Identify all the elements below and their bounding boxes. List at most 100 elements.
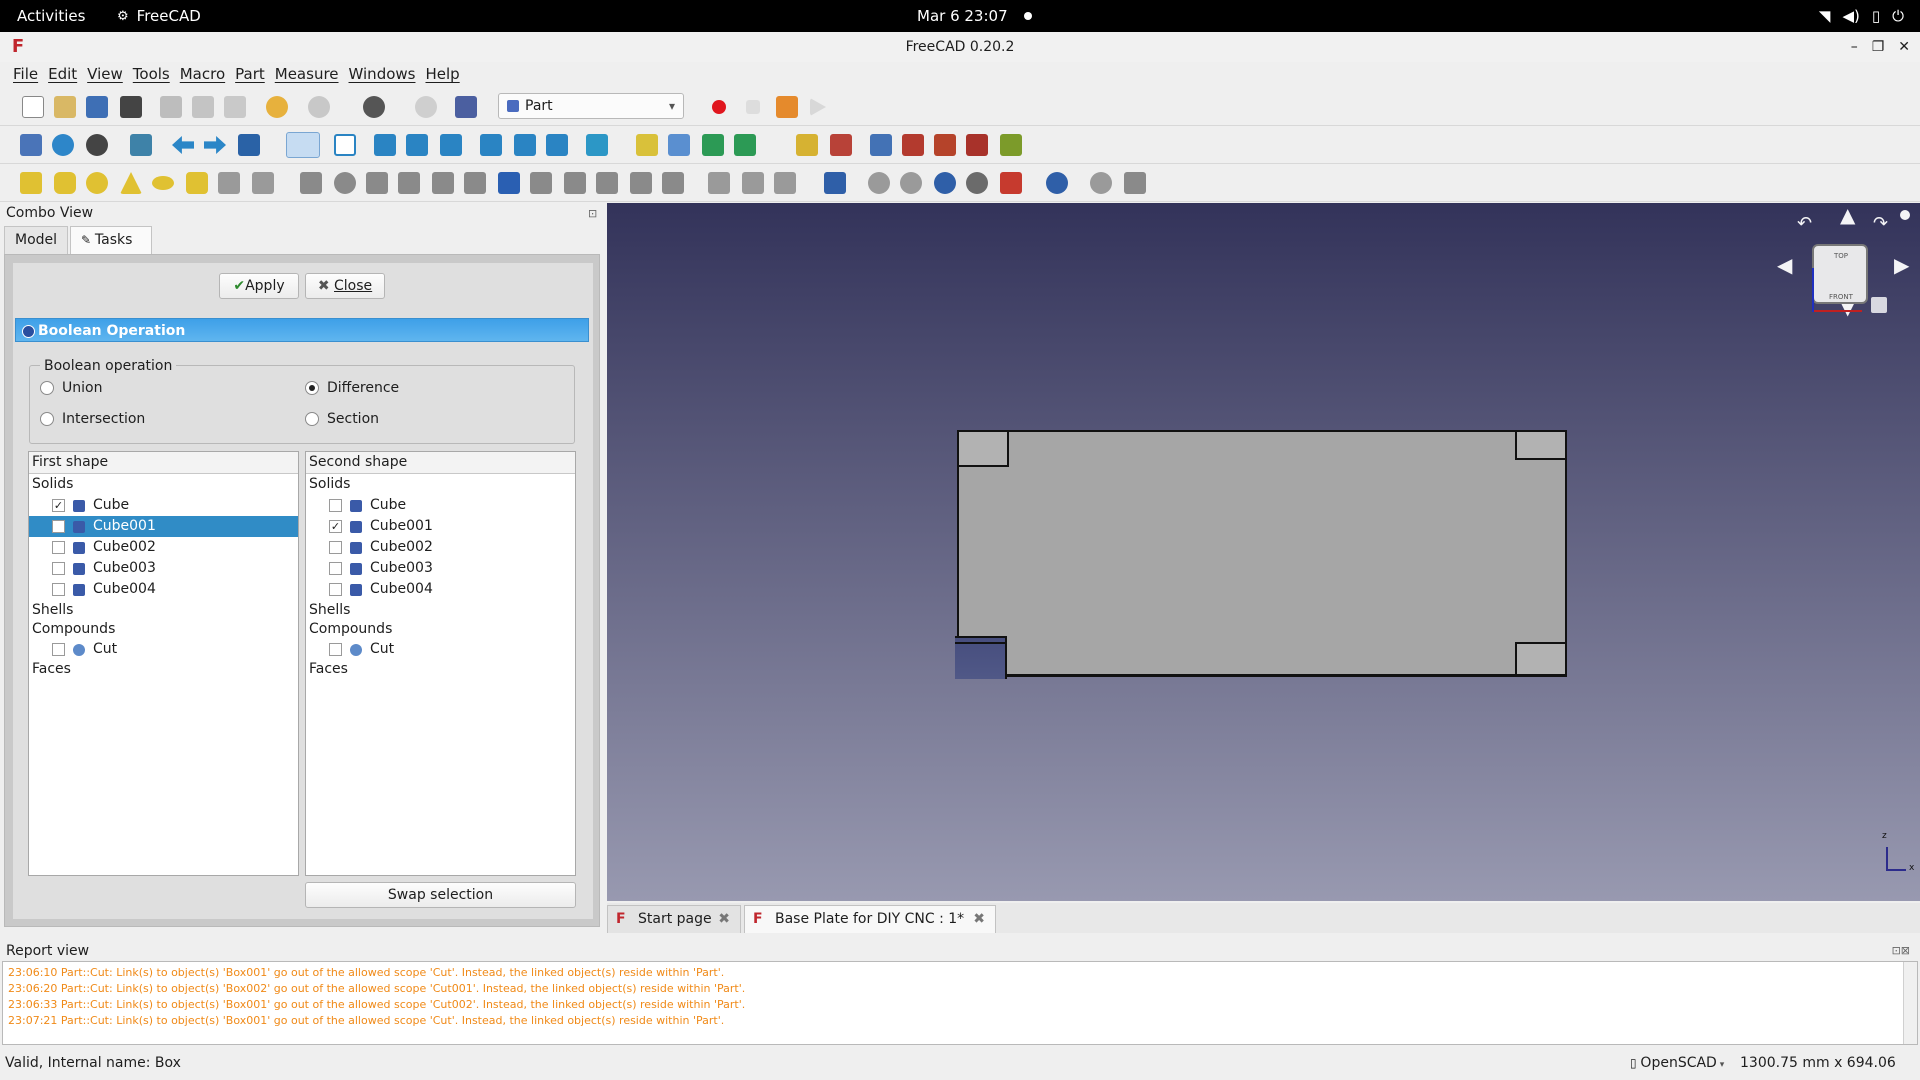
std-views-icon[interactable]	[238, 134, 260, 156]
list-item[interactable]: Cut	[29, 639, 298, 660]
compound-tools-icon[interactable]	[824, 172, 846, 194]
undo-icon[interactable]	[266, 96, 288, 118]
checkbox[interactable]: ✓	[329, 520, 342, 533]
defeaturing-icon[interactable]	[1124, 172, 1146, 194]
macro-edit-icon[interactable]	[776, 96, 798, 118]
fit-selection-icon[interactable]	[52, 134, 74, 156]
paste-icon[interactable]	[224, 96, 246, 118]
projection-icon[interactable]	[742, 172, 764, 194]
tab-base-plate[interactable]: F Base Plate for DIY CNC : 1* ✖	[744, 905, 996, 933]
menu-tools[interactable]: Tools	[128, 65, 175, 83]
macro-record-icon[interactable]	[712, 100, 726, 114]
shape-builder-icon[interactable]	[252, 172, 274, 194]
list-item[interactable]: Cube002	[306, 537, 575, 558]
report-view-buttons[interactable]: ⊡⊠	[1892, 944, 1910, 957]
menu-measure[interactable]: Measure	[270, 65, 344, 83]
isometric-view-icon[interactable]	[334, 134, 356, 156]
checkbox[interactable]	[52, 643, 65, 656]
swap-selection-button[interactable]: Swap selection	[305, 882, 576, 908]
list-item[interactable]: ✓ Cube	[29, 495, 298, 516]
first-shape-list[interactable]: First shape Solids ✓ Cube Cube001 Cube002…	[28, 451, 299, 876]
bounding-box-icon[interactable]	[130, 134, 152, 156]
cylinder-primitive-icon[interactable]	[54, 172, 76, 194]
menu-view[interactable]: View	[82, 65, 128, 83]
primitives-icon[interactable]	[218, 172, 240, 194]
draw-style-icon[interactable]	[86, 134, 108, 156]
rotate-right-arrow-icon[interactable]: ▶	[1894, 253, 1909, 277]
radio-difference[interactable]: Difference	[305, 380, 399, 396]
list-item[interactable]: Cube002	[29, 537, 298, 558]
zoom-icon[interactable]	[286, 132, 320, 158]
mirror-icon[interactable]	[366, 172, 388, 194]
left-view-icon[interactable]	[546, 134, 568, 156]
apply-button[interactable]: ✔Apply	[219, 273, 299, 299]
checkbox[interactable]	[52, 562, 65, 575]
checkbox[interactable]	[329, 541, 342, 554]
revolve-icon[interactable]	[334, 172, 356, 194]
fuse-boolean-icon[interactable]	[934, 172, 956, 194]
loft-icon[interactable]	[530, 172, 552, 194]
list-item[interactable]: ✓ Cube001	[306, 516, 575, 537]
checkbox[interactable]	[52, 583, 65, 596]
checkbox[interactable]	[52, 541, 65, 554]
radio-intersection[interactable]: Intersection	[40, 411, 145, 427]
navigation-style-selector[interactable]: ▯ OpenSCAD ▾	[1630, 1049, 1724, 1080]
make-link-icon[interactable]	[702, 134, 724, 156]
save-document-icon[interactable]	[86, 96, 108, 118]
sphere-primitive-icon[interactable]	[86, 172, 108, 194]
roll-right-arrow-icon[interactable]: ↷	[1873, 213, 1888, 234]
checkbox[interactable]	[329, 562, 342, 575]
link-actions-icon[interactable]	[734, 134, 756, 156]
create-part-icon[interactable]	[636, 134, 658, 156]
radio-union[interactable]: Union	[40, 380, 102, 396]
measure-clear-icon[interactable]	[902, 134, 924, 156]
cross-sections-icon[interactable]	[630, 172, 652, 194]
system-tray[interactable]: ◥ ◀) ▯ ⏻	[1819, 7, 1904, 25]
close-window-button[interactable]: ✕	[1898, 32, 1910, 62]
undock-icon[interactable]: ⊡	[1892, 944, 1901, 957]
workbench-selector[interactable]: Part	[498, 93, 684, 119]
rotate-left-arrow-icon[interactable]: ◀	[1777, 253, 1792, 277]
open-document-icon[interactable]	[54, 96, 76, 118]
measure-toggle-all-icon[interactable]	[934, 134, 956, 156]
color-per-face-icon[interactable]	[774, 172, 796, 194]
menu-part[interactable]: Part	[230, 65, 270, 83]
split-tools-icon[interactable]	[1046, 172, 1068, 194]
navigation-cube[interactable]: TOP FRONT	[1808, 240, 1874, 312]
list-item[interactable]: Cube003	[306, 558, 575, 579]
copy-icon[interactable]	[192, 96, 214, 118]
boolean-operation-header[interactable]: Boolean Operation	[15, 318, 589, 342]
list-item[interactable]: Cut	[306, 639, 575, 660]
offset-tools-icon[interactable]	[662, 172, 684, 194]
fit-all-icon[interactable]	[20, 134, 42, 156]
right-view-icon[interactable]	[440, 134, 462, 156]
minimize-button[interactable]: –	[1851, 32, 1858, 62]
activities-button[interactable]: Activities	[17, 7, 85, 25]
measure-refresh-icon[interactable]	[870, 134, 892, 156]
tube-primitive-icon[interactable]	[186, 172, 208, 194]
section-icon[interactable]	[596, 172, 618, 194]
plate-body[interactable]	[957, 430, 1567, 677]
macro-run-icon[interactable]	[810, 98, 826, 116]
measure-linear-icon[interactable]	[796, 134, 818, 156]
checkbox[interactable]	[329, 643, 342, 656]
cone-primitive-icon[interactable]	[120, 172, 142, 194]
list-item[interactable]: Cube003	[29, 558, 298, 579]
measure-angular-icon[interactable]	[830, 134, 852, 156]
close-button[interactable]: ✖ Close	[305, 273, 385, 299]
front-view-icon[interactable]	[374, 134, 396, 156]
make-face-icon[interactable]	[464, 172, 486, 194]
close-tab-icon[interactable]: ✖	[718, 906, 730, 932]
roll-left-arrow-icon[interactable]: ↶	[1797, 213, 1812, 234]
radio-section[interactable]: Section	[305, 411, 379, 427]
menu-edit[interactable]: Edit	[43, 65, 82, 83]
print-icon[interactable]	[120, 96, 142, 118]
check-geometry-icon[interactable]	[1090, 172, 1112, 194]
menu-macro[interactable]: Macro	[175, 65, 230, 83]
tab-model[interactable]: Model	[4, 226, 68, 254]
bottom-view-icon[interactable]	[514, 134, 536, 156]
cut-boolean-icon[interactable]	[900, 172, 922, 194]
chamfer-icon[interactable]	[432, 172, 454, 194]
measure-toggle-3d-icon[interactable]	[966, 134, 988, 156]
macro-stop-icon[interactable]	[746, 100, 760, 114]
